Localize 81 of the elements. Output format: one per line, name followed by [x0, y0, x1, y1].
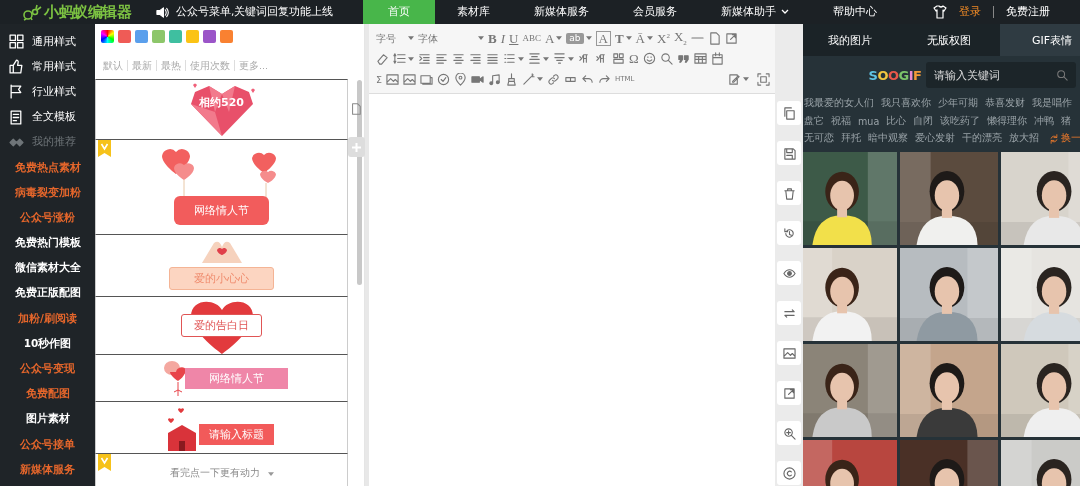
tag-link[interactable]: 恭喜发财 [985, 97, 1025, 111]
notice-text[interactable]: 公众号菜单,关键词回复功能上线 [176, 5, 334, 19]
toolbar-button[interactable]: Σ [375, 70, 383, 88]
tag-link[interactable]: mua [858, 115, 880, 127]
tag-link[interactable]: 猪 [1061, 114, 1072, 128]
card-title: 请输入标题 [199, 424, 274, 445]
sidebar-link[interactable]: 免费正版配图 [14, 286, 81, 301]
tag-link[interactable]: 放大招 [1009, 132, 1039, 146]
card-caption: 看完点一下更有动力 [169, 467, 260, 480]
sidebar-item[interactable]: 常用样式 [32, 59, 76, 74]
sidebar-link[interactable]: 公众号涨粉 [20, 210, 75, 225]
toolbar-button[interactable]: ab [565, 29, 593, 47]
sidebar-link[interactable]: 微信素材大全 [14, 261, 81, 276]
tag-link[interactable]: 无可恋 [804, 132, 834, 146]
panel-tab[interactable]: GIF表情 [1000, 24, 1080, 56]
card-title: 网络情人节 [174, 196, 269, 225]
tag-link[interactable]: 盘它 [804, 114, 824, 128]
app-logo[interactable]: 小蚂蚁编辑器 [44, 2, 131, 22]
toolbar-button[interactable]: ABC [521, 29, 542, 47]
sidebar-link[interactable]: 免费热点素材 [14, 160, 81, 175]
panel-tab[interactable]: 我的图片 [803, 24, 897, 56]
placeholder: 请输入关键词 [934, 67, 1001, 83]
toolbar-button[interactable]: X$_{2}$ [672, 29, 688, 47]
toolbar-button[interactable]: A [594, 29, 612, 47]
toolbar-button[interactable]: Ω [628, 50, 640, 68]
style-card[interactable]: 爱的告白日 [95, 296, 348, 354]
style-card[interactable]: 网络情人节 [95, 139, 348, 234]
nav-tab[interactable]: 帮助中心 [811, 0, 899, 24]
toolbar-button[interactable]: B [487, 29, 498, 47]
sidebar-link[interactable]: 加粉/刷阅读 [18, 311, 77, 326]
card-title: 爱的小心心 [169, 267, 274, 290]
tag-link[interactable]: 该吃药了 [940, 114, 981, 128]
nav-tab[interactable]: 新媒体助手 [699, 0, 811, 24]
toolbar-button[interactable]: A [543, 29, 564, 47]
register-link[interactable]: 免费注册 [1006, 5, 1050, 19]
tag-link[interactable]: 暗中观察 [868, 132, 908, 146]
toolbar-button[interactable]: U [508, 29, 520, 47]
panel-tab[interactable]: 无版权图 [897, 24, 1000, 56]
toolbar-button[interactable]: 字体 [417, 29, 485, 47]
tag-link[interactable]: 拜托 [841, 132, 861, 146]
style-card[interactable]: 看完点一下更有动力 [95, 453, 348, 486]
soogif-logo[interactable]: SOOGIF [868, 67, 922, 83]
sidebar-link[interactable]: 免费配图 [25, 387, 70, 402]
card-title: 爱的告白日 [181, 314, 262, 337]
sidebar-link[interactable]: 公众号变现 [20, 362, 75, 377]
nav-tab[interactable]: 新媒体服务 [512, 0, 611, 24]
sidebar-item[interactable]: 行业样式 [32, 84, 76, 99]
card-title: 相约520 [199, 95, 244, 110]
sidebar-link[interactable]: 免费热门模板 [14, 236, 81, 251]
card-title: 网络情人节 [185, 367, 288, 389]
sidebar-item[interactable]: 通用样式 [32, 34, 76, 49]
style-card[interactable]: 相约520 [95, 79, 348, 139]
tag-link[interactable]: 我是唱作 [1032, 97, 1072, 111]
toolbar-button[interactable]: T [613, 29, 633, 47]
toolbar-button[interactable]: X$^{2}$ [656, 29, 671, 47]
toolbar-button[interactable]: I [499, 29, 506, 47]
toolbar-button[interactable]: 字号 [375, 29, 415, 47]
tag-link[interactable]: 比心 [886, 114, 907, 128]
style-card[interactable]: 请输入标题 [95, 401, 348, 453]
tag-link[interactable]: 少年可期 [938, 97, 978, 111]
tag-link[interactable]: 我只喜欢你 [881, 97, 931, 111]
nav-tab[interactable]: 会员服务 [611, 0, 699, 24]
sidebar-heading: 我的推荐 [32, 135, 76, 150]
tag-link[interactable]: 懒得理你 [987, 114, 1028, 128]
tag-link[interactable]: 爱心发射 [915, 132, 955, 146]
sidebar-item[interactable]: 全文模板 [32, 110, 76, 125]
sidebar-link[interactable]: 病毒裂变加粉 [14, 185, 81, 200]
tag-link[interactable]: 自闭 [913, 114, 934, 128]
sidebar-link[interactable]: 公众号接单 [20, 437, 75, 452]
refresh-link[interactable]: 换一 [1049, 132, 1080, 146]
tag-link[interactable]: 祝福 [831, 114, 851, 128]
tag-link[interactable]: 干的漂亮 [962, 132, 1002, 146]
search-field[interactable]: 请输入关键词 [926, 62, 1077, 88]
toolbar-button[interactable]: Ā [634, 29, 654, 47]
sidebar-link[interactable]: 图片素材 [25, 412, 70, 427]
login-link[interactable]: 登录 [959, 5, 981, 19]
tag-link[interactable]: 我最爱的女人们 [804, 97, 874, 111]
tag-link[interactable]: 冲鸭 [1034, 114, 1055, 128]
sidebar-link[interactable]: 新媒体服务 [20, 462, 75, 477]
sidebar-link[interactable]: 10秒作图 [23, 336, 72, 351]
nav-tab[interactable]: 素材库 [435, 0, 512, 24]
